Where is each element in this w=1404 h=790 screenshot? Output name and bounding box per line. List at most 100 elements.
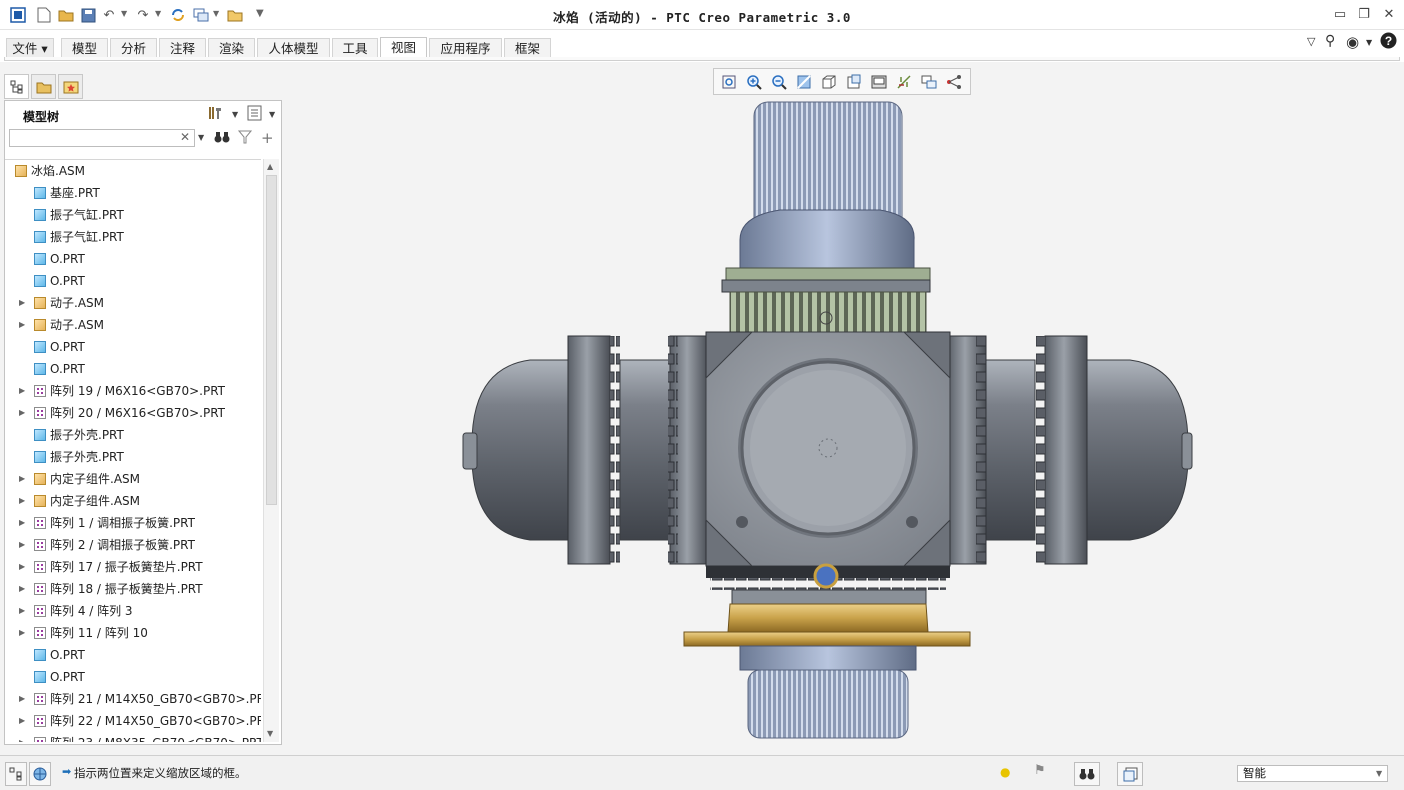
refit-icon[interactable] bbox=[717, 71, 741, 93]
tree-settings-dropdown-icon[interactable]: ▼ bbox=[232, 110, 238, 119]
expand-arrow-icon[interactable]: ▶ bbox=[19, 380, 25, 402]
tree-item[interactable]: 振子气缸.PRT bbox=[5, 226, 261, 248]
zoom-out-icon[interactable] bbox=[767, 71, 791, 93]
tree-item[interactable]: ▶ 阵列 4 / 阵列 3 bbox=[5, 600, 261, 622]
filter-dropdown-icon[interactable]: ▼ bbox=[1376, 769, 1382, 778]
search-dropdown-icon[interactable]: ▼ bbox=[198, 133, 204, 142]
zoom-in-icon[interactable] bbox=[742, 71, 766, 93]
expand-arrow-icon[interactable]: ▶ bbox=[19, 534, 25, 556]
toggle-browser-icon[interactable] bbox=[29, 762, 51, 786]
expand-arrow-icon[interactable]: ▶ bbox=[19, 710, 25, 732]
minimize-icon[interactable]: ▭ bbox=[1330, 5, 1350, 25]
tree-item[interactable]: O.PRT bbox=[5, 336, 261, 358]
show-columns-icon[interactable] bbox=[247, 105, 262, 125]
expand-arrow-icon[interactable]: ▶ bbox=[19, 556, 25, 578]
tree-item[interactable]: ▶ 阵列 2 / 调相振子板簧.PRT bbox=[5, 534, 261, 556]
tab-file[interactable]: 文件 ▾ bbox=[6, 38, 54, 58]
tree-item[interactable]: ▶ 阵列 19 / M6X16<GB70>.PRT bbox=[5, 380, 261, 402]
community-dropdown-icon[interactable]: ▼ bbox=[1366, 38, 1372, 47]
tab-framework[interactable]: 框架 bbox=[504, 38, 551, 58]
tree-settings-icon[interactable] bbox=[207, 105, 223, 125]
community-icon[interactable]: ◉ bbox=[1346, 33, 1359, 51]
tab-tools[interactable]: 工具 bbox=[332, 38, 378, 58]
favorites-tab-icon[interactable] bbox=[58, 74, 83, 99]
perspective-view-icon[interactable] bbox=[892, 71, 916, 93]
binoculars-icon[interactable] bbox=[214, 130, 230, 148]
add-column-icon[interactable]: + bbox=[261, 129, 274, 147]
expand-arrow-icon[interactable]: ▶ bbox=[19, 622, 25, 644]
view-manager-icon[interactable] bbox=[867, 71, 891, 93]
tree-item[interactable]: ▶ 阵列 1 / 调相振子板簧.PRT bbox=[5, 512, 261, 534]
tree-item[interactable]: O.PRT bbox=[5, 666, 261, 688]
expand-arrow-icon[interactable]: ▶ bbox=[19, 512, 25, 534]
regen-status-icon[interactable]: ● bbox=[1000, 765, 1010, 779]
tab-view[interactable]: 视图 bbox=[380, 37, 427, 59]
tree-item[interactable]: ▶ 内定子组件.ASM bbox=[5, 490, 261, 512]
tree-item[interactable]: O.PRT bbox=[5, 358, 261, 380]
tree-scrollbar[interactable]: ▲ ▼ bbox=[263, 159, 279, 742]
expand-arrow-icon[interactable]: ▶ bbox=[19, 292, 25, 314]
pattern-icon bbox=[34, 605, 46, 617]
search-icon[interactable]: ⚲ bbox=[1325, 33, 1335, 49]
tree-item[interactable]: ▶ 阵列 18 / 振子板簧垫片.PRT bbox=[5, 578, 261, 600]
tab-annotate[interactable]: 注释 bbox=[159, 38, 206, 58]
tree-item[interactable]: 振子气缸.PRT bbox=[5, 204, 261, 226]
tree-item[interactable]: ▶ 阵列 17 / 振子板簧垫片.PRT bbox=[5, 556, 261, 578]
tree-item[interactable]: 振子外壳.PRT bbox=[5, 424, 261, 446]
tree-item-label: 阵列 22 / M14X50_GB70<GB70>.PRT bbox=[50, 714, 261, 728]
find-icon[interactable] bbox=[1074, 762, 1100, 786]
expand-arrow-icon[interactable]: ▶ bbox=[19, 314, 25, 336]
restore-icon[interactable]: ❐ bbox=[1354, 5, 1374, 25]
find-flag-icon[interactable]: ⚑ bbox=[1034, 763, 1046, 778]
tree-item[interactable]: ▶ 阵列 20 / M6X16<GB70>.PRT bbox=[5, 402, 261, 424]
expand-arrow-icon[interactable]: ▶ bbox=[19, 490, 25, 512]
tree-item[interactable]: O.PRT bbox=[5, 644, 261, 666]
datum-display-filters-icon[interactable] bbox=[917, 71, 941, 93]
cad-model-viewport[interactable] bbox=[460, 98, 1200, 743]
tree-item[interactable]: ▶ 阵列 23 / M8X35_GB70<GB70>.PRT bbox=[5, 732, 261, 742]
close-icon[interactable]: ✕ bbox=[1379, 5, 1399, 25]
scroll-up-icon[interactable]: ▲ bbox=[267, 162, 273, 171]
display-style-icon[interactable] bbox=[817, 71, 841, 93]
tree-item[interactable]: O.PRT bbox=[5, 270, 261, 292]
tab-applications[interactable]: 应用程序 bbox=[429, 38, 502, 58]
tree-item[interactable]: 基座.PRT bbox=[5, 182, 261, 204]
expand-arrow-icon[interactable]: ▶ bbox=[19, 732, 25, 742]
minimize-ribbon-icon[interactable]: ▽ bbox=[1307, 35, 1315, 48]
tree-item[interactable]: ▶ 阵列 22 / M14X50_GB70<GB70>.PRT bbox=[5, 710, 261, 732]
saved-orientations-icon[interactable] bbox=[842, 71, 866, 93]
window-title: 冰焰 (活动的) - PTC Creo Parametric 3.0 bbox=[553, 10, 851, 25]
filter-icon[interactable] bbox=[237, 130, 253, 148]
tab-model[interactable]: 模型 bbox=[61, 38, 108, 58]
expand-arrow-icon[interactable]: ▶ bbox=[19, 402, 25, 424]
expand-arrow-icon[interactable]: ▶ bbox=[19, 688, 25, 710]
repaint-icon[interactable] bbox=[792, 71, 816, 93]
tree-item[interactable]: ▶ 动子.ASM bbox=[5, 314, 261, 336]
tree-item[interactable]: O.PRT bbox=[5, 248, 261, 270]
scroll-down-icon[interactable]: ▼ bbox=[267, 729, 273, 738]
selected-items-icon[interactable] bbox=[1117, 762, 1143, 786]
toggle-navigator-icon[interactable] bbox=[5, 762, 27, 786]
tree-item[interactable]: 冰焰.ASM bbox=[5, 160, 261, 182]
clear-search-icon[interactable]: ✕ bbox=[180, 130, 190, 144]
selection-filter-select[interactable]: 智能 bbox=[1237, 765, 1388, 782]
tree-item[interactable]: ▶ 阵列 11 / 阵列 10 bbox=[5, 622, 261, 644]
tree-item[interactable]: 振子外壳.PRT bbox=[5, 446, 261, 468]
expand-arrow-icon[interactable]: ▶ bbox=[19, 468, 25, 490]
tree-item[interactable]: ▶ 阵列 21 / M14X50_GB70<GB70>.PRT bbox=[5, 688, 261, 710]
expand-arrow-icon[interactable]: ▶ bbox=[19, 600, 25, 622]
expand-arrow-icon[interactable]: ▶ bbox=[19, 578, 25, 600]
annotation-display-icon[interactable] bbox=[942, 71, 966, 93]
scrollbar-thumb[interactable] bbox=[266, 175, 277, 505]
folder-browser-tab-icon[interactable] bbox=[31, 74, 56, 99]
help-icon[interactable]: ? bbox=[1380, 32, 1397, 53]
tree-search-input[interactable]: ✕ bbox=[9, 129, 195, 147]
tree-item[interactable]: ▶ 动子.ASM bbox=[5, 292, 261, 314]
tree-item[interactable]: ▶ 内定子组件.ASM bbox=[5, 468, 261, 490]
model-tree-tab-icon[interactable] bbox=[4, 74, 29, 99]
tab-manikin[interactable]: 人体模型 bbox=[257, 38, 330, 58]
tab-render[interactable]: 渲染 bbox=[208, 38, 255, 58]
tab-analysis[interactable]: 分析 bbox=[110, 38, 157, 58]
show-dropdown-icon[interactable]: ▼ bbox=[269, 110, 275, 119]
tree-item-label: O.PRT bbox=[50, 274, 85, 288]
